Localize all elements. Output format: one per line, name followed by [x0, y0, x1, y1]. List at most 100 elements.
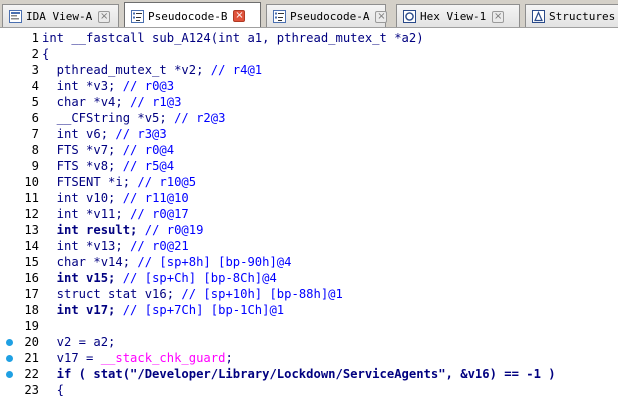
code-line[interactable]: 11 int v10; // r11@10 — [0, 190, 618, 206]
line-number: 13 — [24, 223, 39, 237]
code-line[interactable]: 9 FTS *v8; // r5@4 — [0, 158, 618, 174]
code-text[interactable]: { — [42, 46, 49, 62]
code-line[interactable]: 1 int __fastcall sub_A124(int a1, pthread… — [0, 30, 618, 46]
line-number: 2 — [31, 47, 39, 61]
line-number: 22 — [24, 367, 39, 381]
code-token: int v6; — [42, 127, 116, 141]
line-number: 3 — [31, 63, 39, 77]
code-text[interactable]: __CFString *v5; // r2@3 — [42, 110, 226, 126]
pseudocode-icon — [273, 10, 286, 23]
code-comment: // [sp+Ch] [bp-8Ch]@4 — [122, 271, 277, 285]
code-line[interactable]: 2{ — [0, 46, 618, 62]
line-number: 18 — [24, 303, 39, 317]
close-icon[interactable]: × — [98, 10, 111, 23]
hex-view-icon — [403, 10, 416, 23]
tab-ida-view-a[interactable]: IDA View-A × — [2, 4, 119, 27]
code-text[interactable]: int v10; // r11@10 — [42, 190, 189, 206]
code-token: { — [42, 47, 50, 61]
code-line[interactable]: 7 int v6; // r3@3 — [0, 126, 618, 142]
code-line[interactable]: 21 v17 = __stack_chk_guard; — [0, 350, 618, 366]
tab-hex-view-1[interactable]: Hex View-1 × — [396, 4, 520, 27]
code-comment: // r5@4 — [122, 159, 175, 173]
code-text[interactable]: v2 = a2; — [42, 334, 116, 350]
line-number: 21 — [24, 351, 39, 365]
close-icon[interactable]: × — [233, 10, 246, 22]
code-line[interactable]: 16 int v15; // [sp+Ch] [bp-8Ch]@4 — [0, 270, 618, 286]
code-text[interactable]: int v6; // r3@3 — [42, 126, 167, 142]
code-token: int v10; — [42, 191, 123, 205]
pseudocode-editor[interactable]: 1 int __fastcall sub_A124(int a1, pthread… — [0, 28, 618, 403]
code-line[interactable]: 5 char *v4; // r1@3 — [0, 94, 618, 110]
code-line[interactable]: 14 int *v13; // r0@21 — [0, 238, 618, 254]
code-line[interactable]: 6 __CFString *v5; // r2@3 — [0, 110, 618, 126]
code-text[interactable]: int result; // r0@19 — [42, 222, 204, 238]
code-token: { — [42, 383, 65, 397]
code-text[interactable]: int *v13; // r0@21 — [42, 238, 189, 254]
code-comment: // [sp+10h] [bp-88h]@1 — [181, 287, 343, 301]
code-text[interactable]: int *v3; // r0@3 — [42, 78, 174, 94]
code-text[interactable]: if ( stat("/Developer/Library/Lockdown/S… — [42, 366, 556, 382]
tab-bar: IDA View-A × Pseudocode-B × Pseudocode-A × Hex… — [0, 0, 618, 28]
ida-view-icon — [9, 10, 22, 23]
code-token: int *v13; — [42, 239, 131, 253]
code-text[interactable]: v17 = __stack_chk_guard; — [42, 350, 233, 366]
code-token: struct stat v16; — [42, 287, 182, 301]
code-comment: // r3@3 — [115, 127, 167, 141]
tab-structures[interactable]: Structures× — [525, 4, 618, 27]
code-line[interactable]: 17 struct stat v16; // [sp+10h] [bp-88h]… — [0, 286, 618, 302]
line-number: 5 — [31, 95, 39, 109]
line-number: 4 — [31, 79, 39, 93]
code-line[interactable]: 23 { — [0, 382, 618, 398]
code-text[interactable]: int v17; // [sp+7Ch] [bp-1Ch]@1 — [42, 302, 284, 318]
code-comment: // r4@1 — [210, 63, 263, 77]
code-token: FTS *v8; — [42, 159, 123, 173]
code-line[interactable]: 8 FTS *v7; // r0@4 — [0, 142, 618, 158]
tab-label: Pseudocode-A — [290, 10, 370, 23]
line-number: 12 — [24, 207, 39, 221]
code-token: int v17; — [42, 303, 123, 317]
code-line[interactable]: 10 FTSENT *i; // r10@5 — [0, 174, 618, 190]
code-text[interactable]: { — [42, 382, 64, 398]
code-text[interactable]: int *v11; // r0@17 — [42, 206, 189, 222]
code-comment: // r0@19 — [144, 223, 204, 237]
code-line[interactable]: 18 int v17; // [sp+7Ch] [bp-1Ch]@1 — [0, 302, 618, 318]
code-text[interactable]: FTS *v7; // r0@4 — [42, 142, 174, 158]
code-line[interactable]: 4 int *v3; // r0@3 — [0, 78, 618, 94]
code-line[interactable]: 20 v2 = a2; — [0, 334, 618, 350]
code-line[interactable]: 12 int *v11; // r0@17 — [0, 206, 618, 222]
line-number: 17 — [24, 287, 39, 301]
code-text[interactable]: struct stat v16; // [sp+10h] [bp-88h]@1 — [42, 286, 343, 302]
code-token: int __fastcall sub_A124(int a1, pthread_… — [42, 31, 424, 45]
code-token: FTSENT *i; — [42, 175, 138, 189]
code-token: int result; — [42, 223, 145, 237]
code-comment: // r10@5 — [137, 175, 197, 189]
code-line[interactable]: 19 — [0, 318, 618, 334]
line-number: 19 — [24, 319, 39, 333]
code-line[interactable]: 13 int result; // r0@19 — [0, 222, 618, 238]
close-icon[interactable]: × — [375, 10, 388, 23]
code-text[interactable]: char *v14; // [sp+8h] [bp-90h]@4 — [42, 254, 292, 270]
structures-icon — [532, 10, 545, 23]
code-global-symbol: __stack_chk_guard — [100, 351, 226, 365]
code-text[interactable]: char *v4; // r1@3 — [42, 94, 182, 110]
line-number: 20 — [24, 335, 39, 349]
tab-pseudocode-b[interactable]: Pseudocode-B × — [124, 2, 261, 27]
code-comment: // r2@3 — [174, 111, 226, 125]
tab-label: IDA View-A — [26, 10, 93, 23]
code-line[interactable]: 3 pthread_mutex_t *v2; // r4@1 — [0, 62, 618, 78]
code-text[interactable]: int __fastcall sub_A124(int a1, pthread_… — [42, 30, 424, 46]
code-token: v17 = — [42, 351, 101, 365]
code-line[interactable]: 15 char *v14; // [sp+8h] [bp-90h]@4 — [0, 254, 618, 270]
code-token: char *v4; — [42, 95, 131, 109]
code-text[interactable]: FTSENT *i; // r10@5 — [42, 174, 196, 190]
code-text[interactable]: pthread_mutex_t *v2; // r4@1 — [42, 62, 262, 78]
code-token: v2 = a2; — [42, 335, 116, 349]
line-number: 16 — [24, 271, 39, 285]
tab-label: Structures — [549, 10, 616, 23]
code-line[interactable]: 22 if ( stat("/Developer/Library/Lockdow… — [0, 366, 618, 382]
code-text[interactable]: int v15; // [sp+Ch] [bp-8Ch]@4 — [42, 270, 277, 286]
tab-pseudocode-a[interactable]: Pseudocode-A × — [266, 4, 388, 27]
code-text[interactable]: FTS *v8; // r5@4 — [42, 158, 174, 174]
code-comment: // r0@21 — [130, 239, 189, 253]
close-icon[interactable]: × — [492, 10, 505, 23]
